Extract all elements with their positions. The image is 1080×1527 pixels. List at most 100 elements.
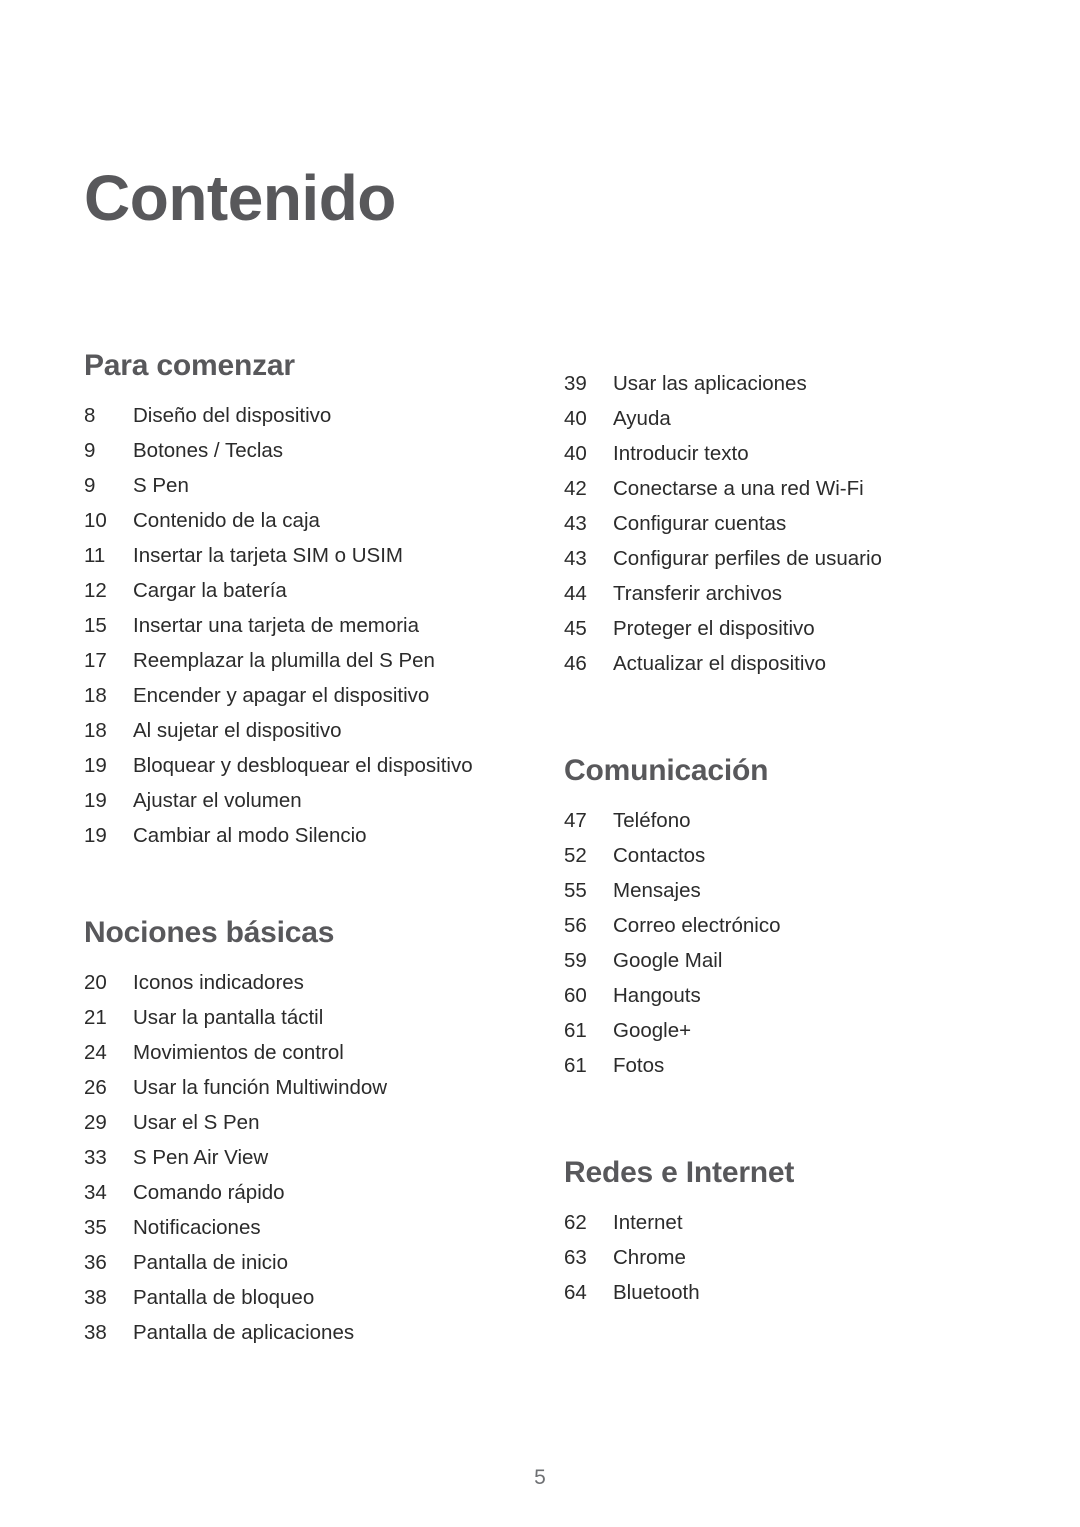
- toc-entry-page-number: 42: [564, 477, 587, 500]
- toc-entry[interactable]: 19 Bloquear y desbloquear el dispositivo: [84, 748, 514, 783]
- toc-entry[interactable]: 40 Ayuda: [564, 401, 994, 436]
- toc-entry-page-number: 38: [84, 1286, 107, 1309]
- toc-entry-page-number: 17: [84, 649, 107, 672]
- toc-entry[interactable]: 40 Introducir texto: [564, 436, 994, 471]
- toc-entry-page-number: 36: [84, 1251, 107, 1274]
- toc-entry-page-number: 34: [84, 1181, 107, 1204]
- toc-entry-page-number: 61: [564, 1019, 587, 1042]
- toc-entry[interactable]: 61 Google+: [564, 1013, 994, 1048]
- toc-entry[interactable]: 36 Pantalla de inicio: [84, 1245, 514, 1280]
- toc-entry-title: Pantalla de bloqueo: [133, 1286, 315, 1309]
- toc-entry[interactable]: 60 Hangouts: [564, 978, 994, 1013]
- toc-entry-title: Insertar la tarjeta SIM o USIM: [133, 544, 404, 567]
- toc-entry-title: Transferir archivos: [613, 582, 782, 605]
- toc-entry[interactable]: 29 Usar el S Pen: [84, 1105, 514, 1140]
- toc-section: Para comenzar 8 Diseño del dispositivo 9 Bot…: [84, 348, 514, 853]
- toc-entry-page-number: 12: [84, 579, 107, 602]
- toc-entry-title: Ayuda: [613, 407, 671, 430]
- toc-entry[interactable]: 59 Google Mail: [564, 943, 994, 978]
- toc-entry-title: Correo electrónico: [613, 914, 781, 937]
- toc-entry-page-number: 47: [564, 809, 587, 832]
- toc-entry-title: Contenido de la caja: [133, 509, 320, 532]
- toc-entry-page-number: 45: [564, 617, 587, 640]
- toc-entry[interactable]: 33 S Pen Air View: [84, 1140, 514, 1175]
- toc-entry[interactable]: 10 Contenido de la caja: [84, 503, 514, 538]
- toc-entry[interactable]: 9 Botones / Teclas: [84, 433, 514, 468]
- toc-entry-title: Introducir texto: [613, 442, 749, 465]
- toc-section-heading: Redes e Internet: [564, 1156, 795, 1189]
- toc-entry[interactable]: 18 Encender y apagar el dispositivo: [84, 678, 514, 713]
- toc-entry-page-number: 20: [84, 971, 107, 994]
- toc-entry-page-number: 10: [84, 509, 107, 532]
- toc-entry-title: Diseño del dispositivo: [133, 404, 332, 427]
- toc-entry[interactable]: 38 Pantalla de aplicaciones: [84, 1315, 514, 1350]
- toc-entry-title: Configurar perfiles de usuario: [613, 547, 882, 570]
- toc-column-right: 39 Usar las aplicaciones 40 Ayuda 40 Introduc…: [564, 348, 994, 1310]
- toc-entry[interactable]: 19 Cambiar al modo Silencio: [84, 818, 514, 853]
- toc-entry[interactable]: 39 Usar las aplicaciones: [564, 366, 994, 401]
- toc-entry[interactable]: 38 Pantalla de bloqueo: [84, 1280, 514, 1315]
- toc-entry[interactable]: 19 Ajustar el volumen: [84, 783, 514, 818]
- toc-entry-title: Usar las aplicaciones: [613, 372, 807, 395]
- toc-entry[interactable]: 43 Configurar perfiles de usuario: [564, 541, 994, 576]
- toc-entry[interactable]: 17 Reemplazar la plumilla del S Pen: [84, 643, 514, 678]
- toc-entry[interactable]: 8 Diseño del dispositivo: [84, 398, 514, 433]
- toc-entry-page-number: 18: [84, 719, 107, 742]
- toc-entry[interactable]: 9 S Pen: [84, 468, 514, 503]
- toc-section: Nociones básicas 20 Iconos indicadores 21 Us…: [84, 915, 514, 1350]
- toc-entry-title: Usar la pantalla táctil: [133, 1006, 324, 1029]
- toc-entry-title: Pantalla de inicio: [133, 1251, 288, 1274]
- toc-entry-page-number: 38: [84, 1321, 107, 1344]
- toc-entry-list: 39 Usar las aplicaciones 40 Ayuda 40 Introduc…: [564, 366, 994, 681]
- toc-entry-list: 62 Internet 63 Chrome 64 Bluetooth: [564, 1205, 994, 1310]
- toc-entry[interactable]: 63 Chrome: [564, 1240, 994, 1275]
- toc-entry-title: Bloquear y desbloquear el dispositivo: [133, 754, 473, 777]
- toc-entry-title: S Pen: [133, 474, 189, 497]
- toc-entry-page-number: 62: [564, 1211, 587, 1234]
- toc-entry[interactable]: 15 Insertar una tarjeta de memoria: [84, 608, 514, 643]
- toc-entry[interactable]: 56 Correo electrónico: [564, 908, 994, 943]
- toc-entry[interactable]: 11 Insertar la tarjeta SIM o USIM: [84, 538, 514, 573]
- toc-column-left: Para comenzar 8 Diseño del dispositivo 9 Bot…: [84, 348, 514, 1350]
- footer-page-number: 5: [534, 1466, 546, 1489]
- toc-entry-page-number: 29: [84, 1111, 107, 1134]
- toc-entry-list: 47 Teléfono 52 Contactos 55 Mensajes 56 Correo …: [564, 803, 994, 1083]
- toc-entry[interactable]: 45 Proteger el dispositivo: [564, 611, 994, 646]
- toc-entry[interactable]: 62 Internet: [564, 1205, 994, 1240]
- toc-entry[interactable]: 35 Notificaciones: [84, 1210, 514, 1245]
- toc-entry-page-number: 61: [564, 1054, 587, 1077]
- toc-entry[interactable]: 12 Cargar la batería: [84, 573, 514, 608]
- toc-entry-title: S Pen Air View: [133, 1146, 269, 1169]
- toc-entry-title: Movimientos de control: [133, 1041, 344, 1064]
- toc-entry-title: Google Mail: [613, 949, 723, 972]
- toc-entry[interactable]: 47 Teléfono: [564, 803, 994, 838]
- toc-entry-page-number: 8: [84, 404, 96, 427]
- toc-entry-title: Bluetooth: [613, 1281, 700, 1304]
- toc-entry-title: Comando rápido: [133, 1181, 285, 1204]
- toc-entry[interactable]: 26 Usar la función Multiwindow: [84, 1070, 514, 1105]
- toc-entry[interactable]: 20 Iconos indicadores: [84, 965, 514, 1000]
- toc-entry-title: Al sujetar el dispositivo: [133, 719, 342, 742]
- toc-entry[interactable]: 42 Conectarse a una red Wi-Fi: [564, 471, 994, 506]
- toc-entry-page-number: 15: [84, 614, 107, 637]
- toc-entry[interactable]: 55 Mensajes: [564, 873, 994, 908]
- toc-entry-page-number: 19: [84, 754, 107, 777]
- toc-entry[interactable]: 46 Actualizar el dispositivo: [564, 646, 994, 681]
- toc-entry[interactable]: 34 Comando rápido: [84, 1175, 514, 1210]
- toc-entry[interactable]: 21 Usar la pantalla táctil: [84, 1000, 514, 1035]
- toc-entry[interactable]: 61 Fotos: [564, 1048, 994, 1083]
- toc-entry[interactable]: 18 Al sujetar el dispositivo: [84, 713, 514, 748]
- toc-entry[interactable]: 24 Movimientos de control: [84, 1035, 514, 1070]
- toc-entry[interactable]: 52 Contactos: [564, 838, 994, 873]
- toc-entry-page-number: 60: [564, 984, 587, 1007]
- toc-entry-title: Actualizar el dispositivo: [613, 652, 827, 675]
- toc-entry-title: Usar la función Multiwindow: [133, 1076, 388, 1099]
- toc-entry[interactable]: 64 Bluetooth: [564, 1275, 994, 1310]
- toc-entry[interactable]: 44 Transferir archivos: [564, 576, 994, 611]
- toc-entry-page-number: 24: [84, 1041, 107, 1064]
- toc-entry[interactable]: 43 Configurar cuentas: [564, 506, 994, 541]
- toc-entry-page-number: 21: [84, 1006, 107, 1029]
- toc-entry-title: Cambiar al modo Silencio: [133, 824, 367, 847]
- toc-entry-page-number: 19: [84, 789, 107, 812]
- toc-entry-title: Teléfono: [613, 809, 691, 832]
